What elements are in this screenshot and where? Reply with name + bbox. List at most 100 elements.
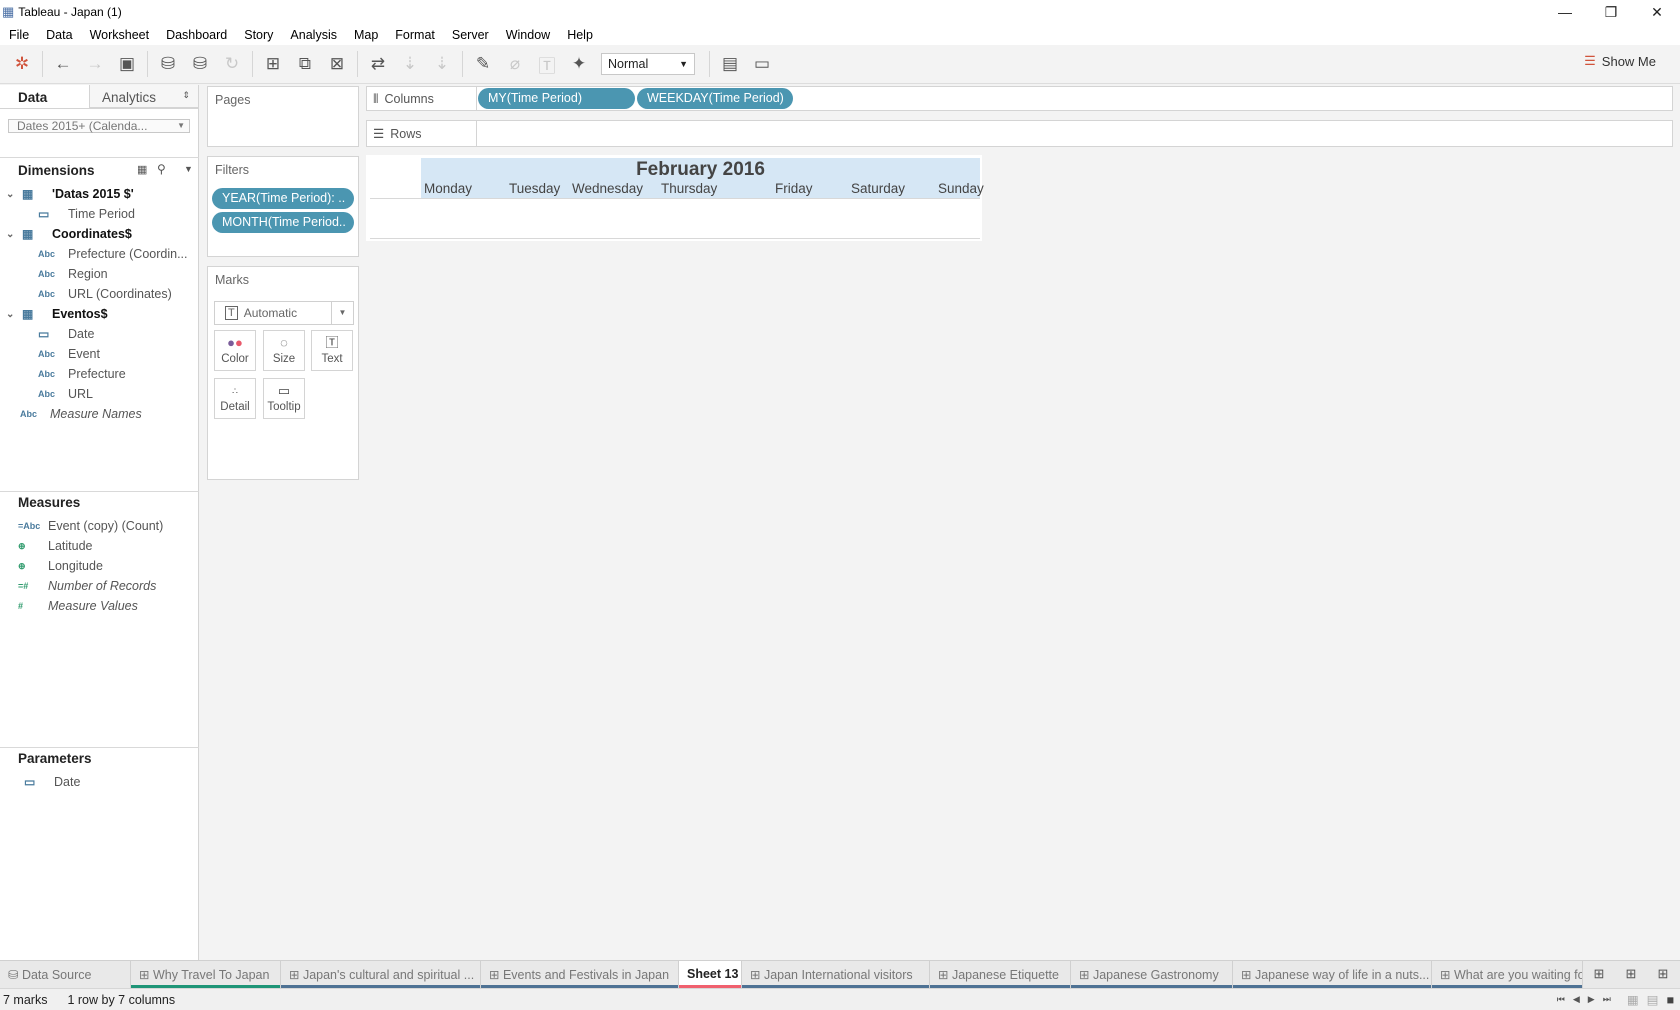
sort-descending-icon[interactable]: ⇣ [426, 50, 458, 78]
new-worksheet-icon[interactable]: ⊞ [1583, 961, 1615, 988]
fit-dropdown[interactable]: Normal ▼ [601, 53, 695, 75]
size-button[interactable]: ◌ Size [263, 330, 305, 371]
chevron-down-icon[interactable]: ⌄ [6, 229, 14, 240]
filters-card[interactable]: Filters YEAR(Time Period): .. MONTH(Time… [207, 156, 359, 257]
tableau-home-icon[interactable]: ✲ [6, 50, 38, 78]
sheet-tab[interactable]: ⊞ What are you waiting fo [1432, 961, 1583, 989]
refresh-icon[interactable]: ↻ [216, 50, 248, 78]
tooltip-icon: ▭ [277, 383, 291, 398]
field-item[interactable]: Abc URL (Coordinates) [38, 284, 172, 304]
menu-format[interactable]: Format [395, 28, 435, 42]
sheet-tab[interactable]: ⊞ Japanese way of life in a nuts... [1233, 961, 1432, 989]
undo-icon[interactable]: ← [47, 50, 79, 78]
sheet-tab[interactable]: ⊞ Japanese Etiquette [930, 961, 1071, 989]
detail-button[interactable]: ∴ Detail [214, 378, 256, 419]
show-labels-icon[interactable]: 🅃 [531, 50, 563, 78]
text-button[interactable]: 🅃 Text [311, 330, 353, 371]
chevron-down-icon[interactable]: ⌄ [6, 189, 14, 200]
pages-card[interactable]: Pages [207, 86, 359, 147]
field-item[interactable]: ⊕ Latitude [18, 536, 92, 556]
save-icon[interactable]: ▣ [111, 50, 143, 78]
filmstrip-icon[interactable]: ▤ [1647, 992, 1659, 1007]
menu-dashboard[interactable]: Dashboard [166, 28, 227, 42]
sheet-tab[interactable]: ⊞ Events and Festivals in Japan [481, 961, 679, 989]
column-pill-weekday[interactable]: WEEKDAY(Time Period) [637, 88, 793, 109]
field-item[interactable]: ▭ Time Period [38, 204, 135, 224]
chevron-down-icon[interactable]: ⌄ [6, 309, 14, 320]
table-group[interactable]: ⌄ ▦ Coordinates$ [6, 224, 132, 244]
table-group[interactable]: ⌄ ▦ 'Datas 2015 $' [6, 184, 134, 204]
sort-ascending-icon[interactable]: ⇣ [394, 50, 426, 78]
new-story-icon[interactable]: ⊞ [1647, 961, 1679, 988]
tab-data-source[interactable]: ⛁ Data Source [0, 961, 131, 989]
tabs-view-icon[interactable]: ■ [1666, 993, 1674, 1007]
pin-icon[interactable]: ✦ [563, 50, 595, 78]
restore-button[interactable]: ❐ [1588, 4, 1634, 21]
chevron-down-icon[interactable]: ▼ [184, 164, 193, 174]
menu-server[interactable]: Server [452, 28, 489, 42]
field-item[interactable]: Abc Measure Names [20, 404, 142, 424]
field-item[interactable]: ⊕ Longitude [18, 556, 103, 576]
sheet-tab[interactable]: Sheet 13 [679, 961, 742, 989]
sheet-tab[interactable]: ⊞ Japanese Gastronomy [1071, 961, 1233, 989]
redo-icon[interactable]: → [79, 50, 111, 78]
sheet-tab[interactable]: ⊞ Why Travel To Japan [131, 961, 281, 989]
field-item[interactable]: ▭ Date [24, 772, 80, 792]
show-me-icon: ☰ [1584, 53, 1596, 68]
sheet-sorter-icon[interactable]: ▦ [1627, 992, 1639, 1007]
next-sheet-icon[interactable]: ▶ [1588, 994, 1595, 1005]
highlight-icon[interactable]: ✎ [467, 50, 499, 78]
menu-story[interactable]: Story [244, 28, 273, 42]
menu-map[interactable]: Map [354, 28, 378, 42]
duplicate-sheet-icon[interactable]: ⧉ [289, 50, 321, 78]
close-button[interactable]: ✕ [1634, 4, 1680, 21]
new-worksheet-icon[interactable]: ⊞ [257, 50, 289, 78]
datasource-dropdown[interactable]: Dates 2015+ (Calenda... ▼ [8, 119, 190, 133]
menu-worksheet[interactable]: Worksheet [90, 28, 150, 42]
field-item[interactable]: =Abc Event (copy) (Count) [18, 516, 163, 536]
color-button[interactable]: ●● Color [214, 330, 256, 371]
filter-pill-year[interactable]: YEAR(Time Period): .. [212, 188, 354, 209]
swap-icon[interactable]: ⇄ [362, 50, 394, 78]
menu-data[interactable]: Data [46, 28, 72, 42]
column-pill-my[interactable]: MY(Time Period) [478, 88, 635, 109]
field-item[interactable]: =# Number of Records [18, 576, 156, 596]
field-item[interactable]: Abc Prefecture (Coordin... [38, 244, 188, 264]
columns-shelf[interactable]: ⦀ Columns MY(Time Period) WEEKDAY(Time Pe… [366, 86, 1673, 111]
new-data-source-icon[interactable]: ⛁ [152, 50, 184, 78]
tab-analytics[interactable]: Analytics ⇕ [89, 85, 198, 108]
show-me-button[interactable]: ☰ Show Me [1584, 53, 1656, 69]
clear-sheet-icon[interactable]: ⊠ [321, 50, 353, 78]
sheet-tab[interactable]: ⊞ Japan's cultural and spiritual ... [281, 961, 481, 989]
field-item[interactable]: Abc Region [38, 264, 108, 284]
view-toggle-icon[interactable]: ▦ [137, 163, 147, 176]
view-canvas[interactable]: February 2016 Monday Tuesday Wednesday Thur… [366, 155, 984, 241]
presentation-mode-icon[interactable]: ▭ [746, 50, 778, 78]
group-icon[interactable]: ⌀ [499, 50, 531, 78]
menu-window[interactable]: Window [506, 28, 550, 42]
field-item[interactable]: # Measure Values [18, 596, 138, 616]
rows-shelf[interactable]: ☰ Rows [366, 120, 1673, 147]
tab-data[interactable]: Data [0, 85, 89, 108]
field-item[interactable]: Abc URL [38, 384, 93, 404]
pause-updates-icon[interactable]: ⛁ [184, 50, 216, 78]
first-sheet-icon[interactable]: ⏮ [1557, 994, 1565, 1005]
status-bar: 7 marks 1 row by 7 columns ⏮ ◀ ▶ ⏭ ▦ ▤ ■ [0, 988, 1680, 1010]
minimize-button[interactable]: — [1542, 4, 1588, 20]
search-icon[interactable]: ⚲ [157, 162, 166, 176]
field-item[interactable]: Abc Event [38, 344, 100, 364]
tooltip-button[interactable]: ▭ Tooltip [263, 378, 305, 419]
show-cards-icon[interactable]: ▤ [714, 50, 746, 78]
field-item[interactable]: Abc Prefecture [38, 364, 126, 384]
sheet-tab[interactable]: ⊞ Japan International visitors [742, 961, 930, 989]
filter-pill-month[interactable]: MONTH(Time Period.. [212, 212, 354, 233]
menu-help[interactable]: Help [567, 28, 593, 42]
last-sheet-icon[interactable]: ⏭ [1603, 994, 1611, 1005]
menu-analysis[interactable]: Analysis [290, 28, 337, 42]
prev-sheet-icon[interactable]: ◀ [1573, 994, 1580, 1005]
table-group[interactable]: ⌄ ▦ Eventos$ [6, 304, 108, 324]
field-item[interactable]: ▭ Date [38, 324, 94, 344]
menu-file[interactable]: File [9, 28, 29, 42]
mark-type-dropdown[interactable]: T Automatic ▼ [214, 301, 354, 325]
new-dashboard-icon[interactable]: ⊞ [1615, 961, 1647, 988]
